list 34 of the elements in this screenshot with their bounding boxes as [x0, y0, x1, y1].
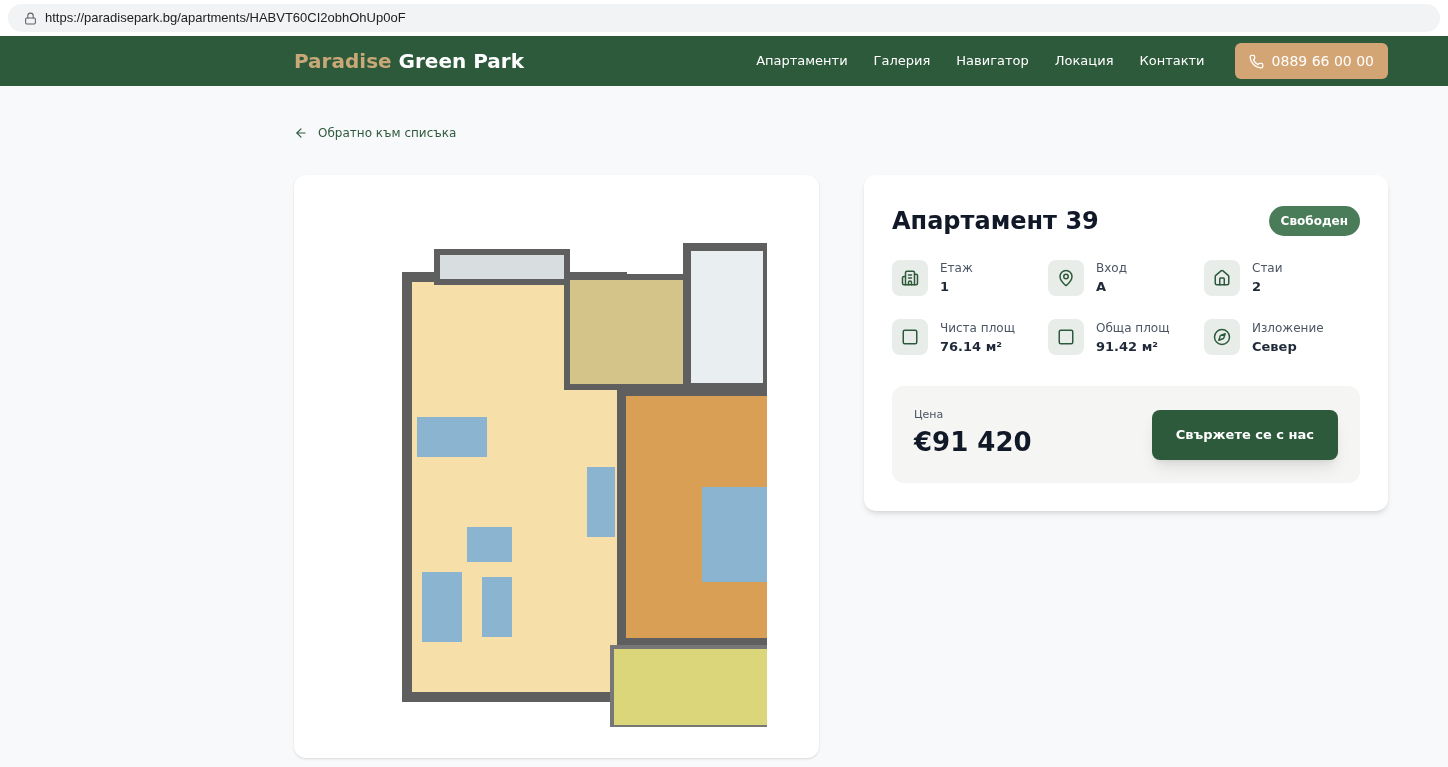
compass-icon — [1204, 319, 1240, 356]
back-link[interactable]: Обратно към списъка — [294, 124, 457, 142]
spec-value: 91.42 м² — [1096, 337, 1159, 356]
status-badge: Свободен — [1268, 206, 1360, 236]
spec-label: Обща площ — [1096, 319, 1170, 337]
nav-link[interactable]: Контакти — [1139, 51, 1205, 71]
spec-value: A — [1096, 278, 1108, 296]
address-bar[interactable]: https://paradisepark.bg/apartments/HABVT60CI2obhOhUp0oF — [8, 4, 1440, 32]
spec-value: 1 — [940, 278, 951, 296]
apartment-title: Апартамент 39 — [892, 206, 1099, 237]
spec-value: Север — [1252, 337, 1298, 356]
spec-value: 76.14 м² — [940, 337, 1003, 356]
spec-label: Чиста площ — [940, 319, 1015, 337]
nav-link[interactable]: Навигатор — [956, 51, 1029, 71]
price-label: Цена — [914, 406, 945, 423]
building-icon — [892, 259, 928, 296]
phone-icon — [1248, 53, 1264, 69]
spec-value: 2 — [1252, 278, 1263, 296]
price-value: €91 420 — [914, 426, 1032, 460]
square-icon — [1048, 319, 1084, 356]
spec-label: Етаж — [940, 260, 973, 277]
lock-icon — [24, 11, 37, 25]
map-pin-icon — [1048, 259, 1084, 296]
spec-label: Вход — [1096, 260, 1127, 277]
nav-link[interactable]: Галерия — [873, 51, 931, 71]
logo-link[interactable]: Paradise Green Park — [294, 46, 524, 76]
spec-label: Изложение — [1252, 319, 1324, 337]
square-icon — [892, 319, 928, 356]
nav-link[interactable]: Локация — [1054, 51, 1114, 71]
url-text: https://paradisepark.bg/apartments/HABVT60CI2obhOhUp0oF — [45, 9, 406, 28]
house-icon — [1204, 259, 1240, 296]
spec-label: Стаи — [1252, 260, 1283, 277]
contact-button[interactable]: Свържете се с нас — [1151, 409, 1338, 460]
nav-link[interactable]: Апартаменти — [756, 51, 848, 71]
